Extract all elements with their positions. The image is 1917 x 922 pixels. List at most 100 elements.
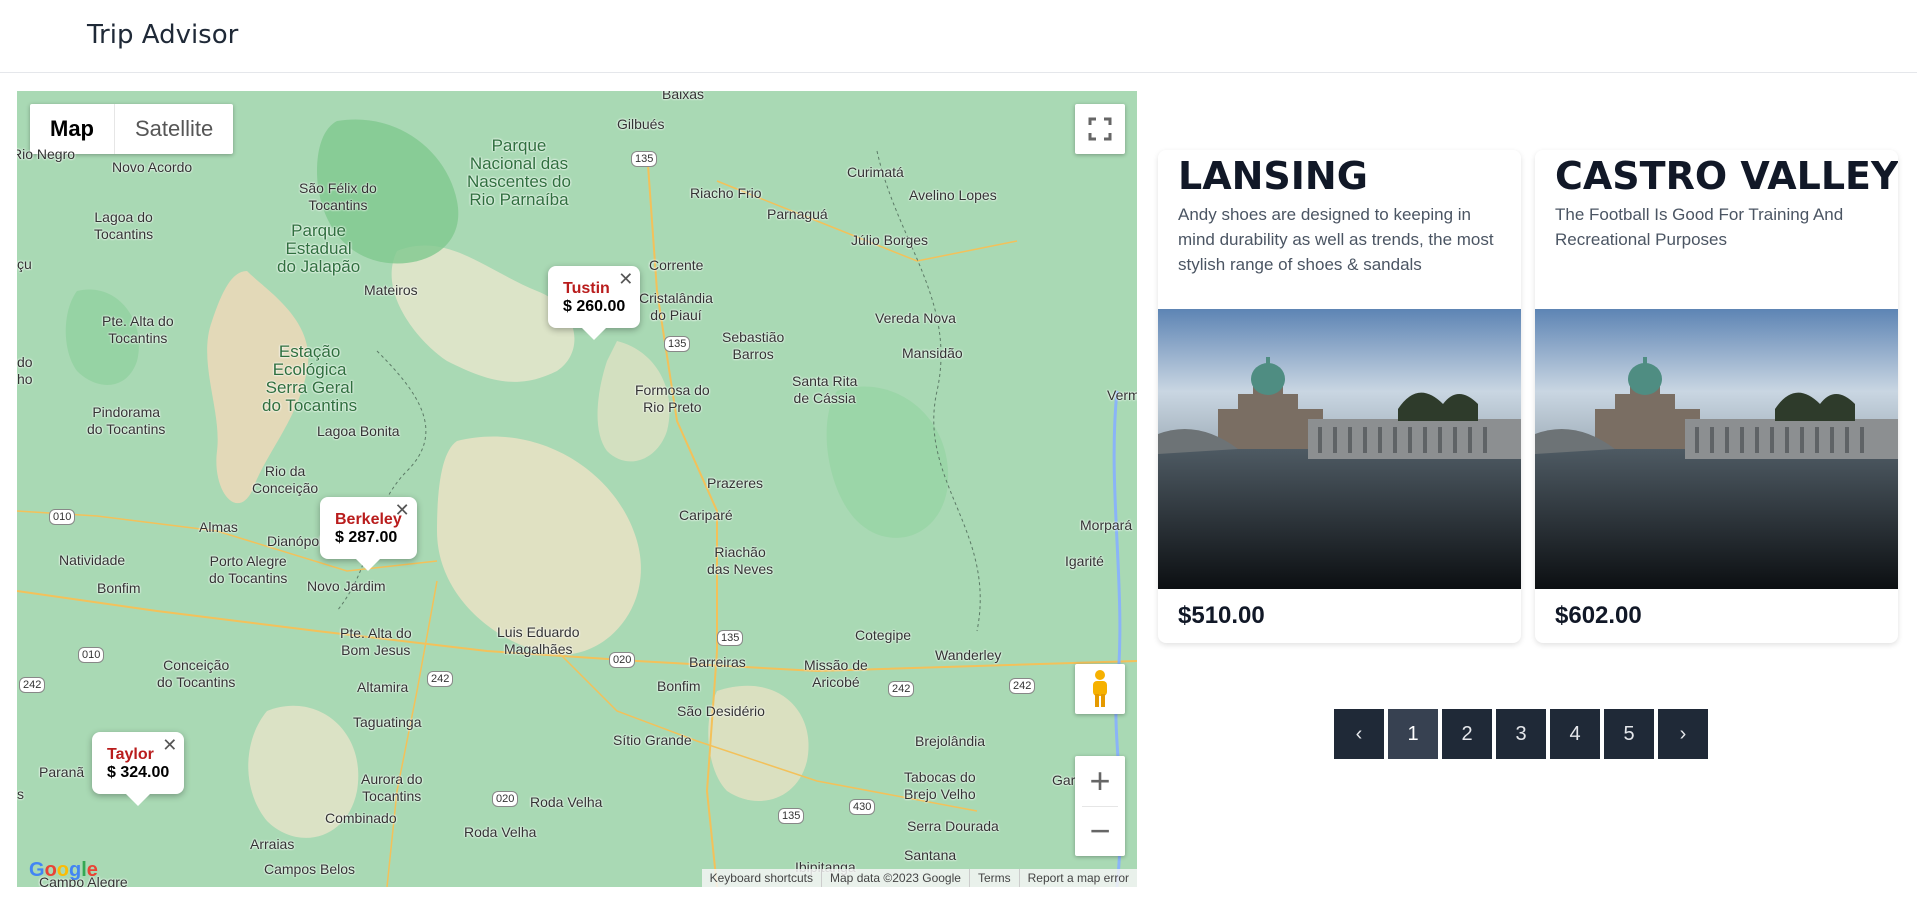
map-marker-infowindow[interactable]: ✕ Tustin $ 260.00	[548, 266, 641, 340]
road-shield: 430	[849, 799, 876, 815]
zoom-out-button[interactable]: −	[1075, 806, 1125, 856]
page-button-1[interactable]: 1	[1388, 709, 1438, 759]
page-button-3[interactable]: 3	[1496, 709, 1546, 759]
map-label: Almas	[199, 519, 238, 535]
map-label: Morpará	[1080, 517, 1133, 533]
close-icon[interactable]: ✕	[162, 735, 177, 756]
report-map-error-link[interactable]: Report a map error	[1018, 869, 1137, 887]
map-marker-infowindow[interactable]: ✕ Taylor $ 324.00	[92, 732, 185, 806]
map-label: Natividade	[59, 552, 126, 568]
pegman-icon	[1093, 670, 1107, 707]
close-icon[interactable]: ✕	[395, 500, 410, 521]
map-marker-infowindow[interactable]: ✕ Berkeley $ 287.00	[320, 497, 417, 571]
next-page-button[interactable]: ›	[1658, 709, 1708, 759]
map-label: Aurora do Tocantins	[361, 771, 423, 804]
close-icon[interactable]: ✕	[618, 269, 633, 290]
terms-link[interactable]: Terms	[968, 869, 1019, 887]
map-label: São Desidério	[677, 703, 765, 719]
zoom-in-button[interactable]: +	[1075, 756, 1125, 806]
map-label: Luis Eduardo Magalhães	[497, 624, 580, 657]
map-view[interactable]: Map Satellite Baixas Gilbués Curimatá No…	[17, 91, 1137, 887]
map-label: Mateiros	[364, 282, 418, 298]
road-shield: 020	[492, 791, 519, 807]
map-label: Gilbués	[617, 116, 665, 132]
road-shield: 135	[664, 336, 691, 352]
fullscreen-icon	[1088, 117, 1112, 141]
map-label: Campos Belos	[264, 861, 356, 877]
map-label: Wanderley	[935, 647, 1002, 663]
map-label: Novo Jardim	[307, 578, 386, 594]
map-label: Combinado	[325, 810, 397, 826]
road-shield: 242	[19, 677, 46, 693]
map-label: Bonfim	[657, 678, 701, 694]
map-label: s	[17, 786, 24, 802]
card-title: CASTRO VALLEY	[1555, 154, 1898, 198]
map-label: Riachão das Neves	[707, 544, 774, 577]
map-label: Pte. Alta do Tocantins	[102, 313, 174, 346]
map-label: Curimatá	[847, 164, 904, 180]
map-label: Igarité	[1065, 553, 1104, 569]
road-shield: 242	[888, 681, 915, 697]
map-label: Gar	[1052, 772, 1076, 788]
map-park-label: Estação Ecológica Serra Geral do Tocanti…	[262, 342, 358, 415]
app-title: Trip Advisor	[87, 20, 239, 50]
map-type-satellite-button[interactable]: Satellite	[114, 104, 233, 154]
page-button-2[interactable]: 2	[1442, 709, 1492, 759]
card-description: The Football Is Good For Training And Re…	[1555, 205, 1844, 249]
marker-name: Tustin	[563, 280, 610, 297]
map-label: Taguatinga	[353, 714, 422, 730]
map-label: Santa Rita de Cássia	[792, 373, 858, 406]
page-button-4[interactable]: 4	[1550, 709, 1600, 759]
card-title: LANSING	[1178, 154, 1368, 198]
map-label: Lagoa do Tocantins	[94, 209, 154, 242]
road-shield: 020	[609, 652, 636, 668]
map-label: Bonfim	[97, 580, 141, 596]
map-label: do ho	[17, 354, 33, 387]
map-label: Cotegipe	[855, 627, 912, 643]
road-shield: 010	[78, 647, 105, 663]
map-label: Serra Dourada	[907, 818, 999, 834]
map-label: Avelino Lopes	[909, 187, 997, 203]
map-label: çu	[17, 256, 32, 272]
listing-card[interactable]: CASTRO VALLEY The Football Is Good For T…	[1535, 150, 1898, 643]
map-label: Pte. Alta do Bom Jesus	[340, 625, 412, 658]
listing-card[interactable]: LANSING Andy shoes are designed to keepi…	[1158, 150, 1521, 643]
prev-page-button[interactable]: ‹	[1334, 709, 1384, 759]
map-park-label: Parque Nacional das Nascentes do Rio Par…	[467, 136, 571, 209]
road-shield: 242	[427, 671, 454, 687]
map-label: Formosa do Rio Preto	[635, 382, 710, 415]
map-data-text: Map data ©2023 Google	[821, 869, 969, 887]
fullscreen-button[interactable]	[1075, 104, 1125, 154]
map-label: Missão de Aricobé	[804, 657, 868, 690]
map-label: Vereda Nova	[875, 310, 956, 326]
street-view-pegman-button[interactable]	[1075, 664, 1125, 714]
marker-name: Berkeley	[335, 511, 402, 528]
road-shield: 135	[631, 151, 658, 167]
map-label: Arraias	[250, 836, 295, 852]
marker-price: $ 260.00	[563, 298, 626, 315]
map-label: Rio Negro	[17, 146, 76, 162]
map-label: Corrente	[649, 257, 704, 273]
page-button-5[interactable]: 5	[1604, 709, 1654, 759]
map-terrain	[17, 91, 1137, 887]
map-label: Barreiras	[689, 654, 746, 670]
map-label: Altamira	[357, 679, 409, 695]
keyboard-shortcuts-link[interactable]: Keyboard shortcuts	[702, 869, 821, 887]
map-label: Baixas	[662, 91, 705, 102]
map-label: Pindorama do Tocantins	[87, 404, 166, 437]
map-label: São Félix do Tocantins	[299, 180, 377, 213]
map-attribution: Keyboard shortcuts Map data ©2023 Google…	[701, 869, 1137, 887]
marker-name: Taylor	[107, 746, 154, 763]
map-label: Brejolândia	[915, 733, 986, 749]
map-label: Prazeres	[707, 475, 764, 491]
map-label: Sebastião Barros	[722, 329, 785, 362]
road-shield: 135	[778, 808, 805, 824]
map-label: Verm	[1107, 387, 1137, 403]
map-label: Cariparé	[679, 507, 733, 523]
app-header: Trip Advisor	[0, 0, 1917, 73]
map-label: Novo Acordo	[112, 159, 193, 175]
map-label: Santana	[904, 847, 957, 863]
zoom-control: + −	[1075, 756, 1125, 856]
google-logo: Google	[29, 859, 98, 881]
pagination: ‹ 1 2 3 4 5 ›	[1334, 709, 1708, 759]
